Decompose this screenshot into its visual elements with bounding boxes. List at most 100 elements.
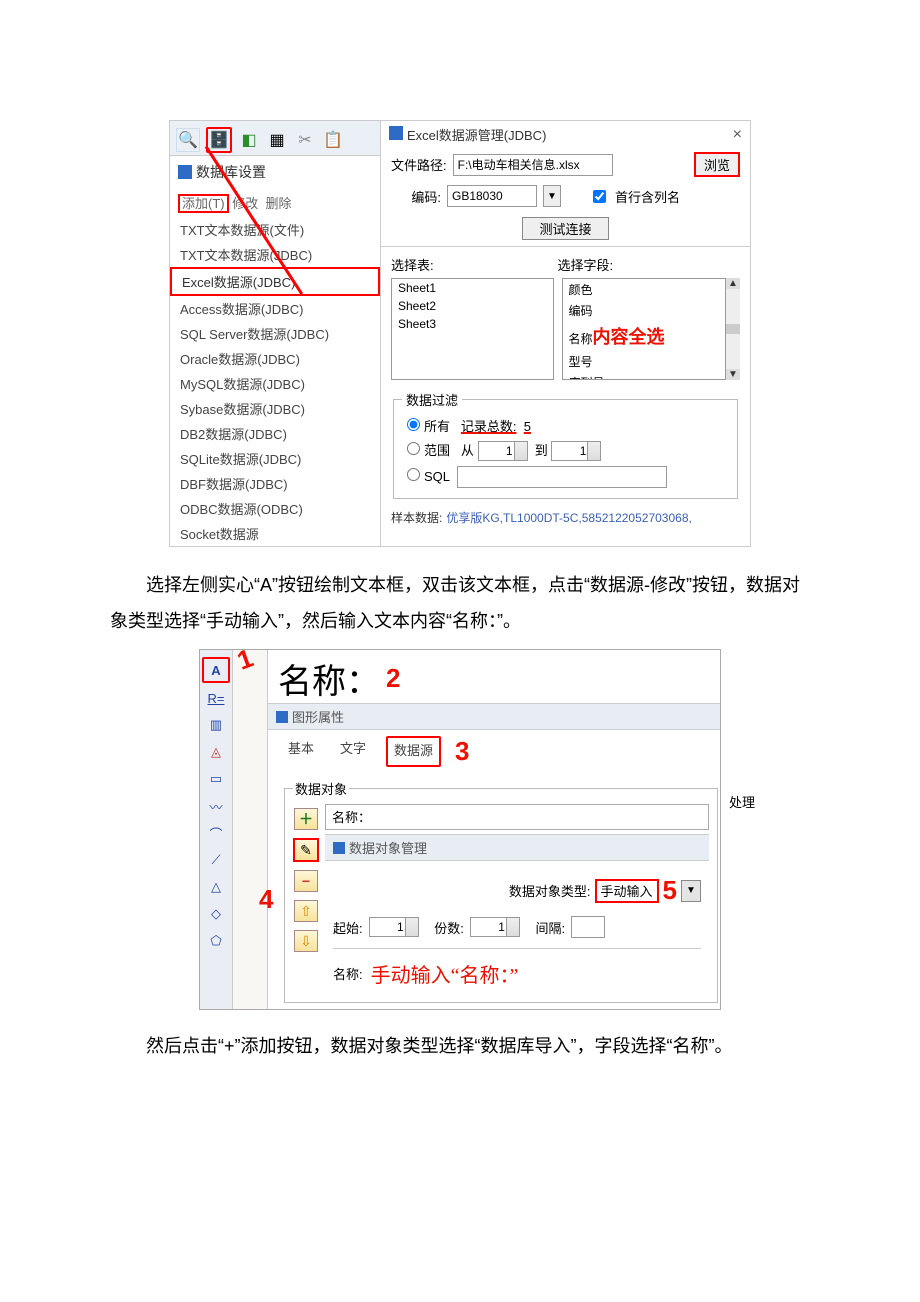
name-row: 名称：	[325, 804, 709, 830]
search-icon[interactable]: 🔍	[176, 128, 200, 152]
interval-label: 间隔:	[536, 918, 566, 937]
range-to-stepper[interactable]: 1	[551, 441, 601, 461]
datasource-list[interactable]: TXT文本数据源(文件) TXT文本数据源(JDBC) Excel数据源(JDB…	[170, 217, 380, 546]
scrollbar[interactable]: ▲▼	[726, 278, 740, 380]
list-item[interactable]: 编码	[563, 300, 725, 321]
list-item[interactable]: Sheet1	[392, 279, 553, 297]
hand-annot: 手动输入“名称：”	[371, 959, 519, 988]
list-item[interactable]: Sybase数据源(JDBC)	[170, 396, 380, 421]
remove-dataobj-button[interactable]: −	[294, 870, 318, 892]
dialog-icon	[389, 126, 403, 140]
text-tool-icon[interactable]: A	[202, 657, 230, 683]
start-stepper[interactable]: 1	[369, 917, 419, 937]
cube-icon[interactable]: ◧	[238, 129, 260, 151]
filter-group: 数据过滤 所有 记录总数: 5 范围 从 1 到 1 SQL	[381, 386, 750, 503]
scroll-down-icon[interactable]: ▼	[726, 369, 740, 380]
window-icon	[276, 711, 288, 723]
firstrow-checkbox[interactable]	[593, 190, 606, 203]
range-from-stepper[interactable]: 1	[478, 441, 528, 461]
list-item[interactable]: 颜色	[563, 279, 725, 300]
scroll-up-icon[interactable]: ▲	[726, 278, 740, 289]
delete-button[interactable]: 删除	[265, 196, 291, 211]
barcode-tool-icon[interactable]: ▥	[203, 713, 229, 737]
diamond-tool-icon[interactable]: ◇	[203, 902, 229, 926]
radio-range[interactable]	[407, 442, 420, 455]
tab-datasource[interactable]: 数据源	[386, 736, 441, 767]
rvar-tool-icon[interactable]: R=	[203, 686, 229, 710]
list-item[interactable]: 型号	[563, 351, 725, 372]
pentagon-tool-icon[interactable]: ⬠	[203, 929, 229, 953]
add-dataobj-button[interactable]: ＋	[294, 808, 318, 830]
up-dataobj-button[interactable]: ⇧	[294, 900, 318, 922]
to-label: 到	[535, 443, 548, 458]
sample-row: 样本数据: 优享版KG,TL1000DT-5C,5852122052703068…	[381, 503, 750, 532]
db-actions: 添加(T) 修改 删除	[170, 188, 380, 217]
list-item[interactable]: Access数据源(JDBC)	[170, 296, 380, 321]
edit-dataobj-button[interactable]: ✎	[293, 838, 319, 862]
list-item[interactable]: 名称内容全选	[563, 321, 725, 351]
warn-tool-icon[interactable]: ◬	[203, 740, 229, 764]
triangle-tool-icon[interactable]: △	[203, 875, 229, 899]
sample-value: 优享版KG,TL1000DT-5C,5852122052703068,	[446, 509, 692, 526]
radio-sql[interactable]	[407, 468, 420, 481]
db-cube-icon	[178, 165, 192, 179]
dom-icon	[333, 842, 345, 854]
tab-text[interactable]: 文字	[334, 736, 372, 767]
dropdown-icon[interactable]: ▼	[543, 185, 561, 207]
paste-icon[interactable]: 📋	[322, 129, 344, 151]
copies-label: 份数:	[434, 918, 464, 937]
fig1-container: 🔍 🗄️ ◧ ▦ ✂ 📋 数据库设置 添加(T) 修改 删除 TXT文本数据源(…	[169, 120, 751, 547]
divider	[381, 246, 750, 247]
list-item[interactable]: DBF数据源(JDBC)	[170, 471, 380, 496]
dropdown-arrow-icon[interactable]: ▼	[681, 880, 701, 902]
down-dataobj-button[interactable]: ⇩	[294, 930, 318, 952]
radio-range-label: 范围	[424, 443, 450, 458]
list-item[interactable]: 序列号	[563, 372, 725, 380]
list-item[interactable]: ODBC数据源(ODBC)	[170, 496, 380, 521]
shape-tool-icon[interactable]: ⟋	[203, 848, 229, 872]
paragraph-1: 选择左侧实心“A”按钮绘制文本框，双击该文本框，点击“数据源-修改”按钮，数据对…	[110, 567, 810, 639]
fig2-right-panel: 名称： 2 图形属性 基本 文字 数据源 3 数据对象 处理 ＋	[268, 650, 720, 1009]
tab-basic[interactable]: 基本	[282, 736, 320, 767]
list-item[interactable]: MySQL数据源(JDBC)	[170, 371, 380, 396]
rect-tool-icon[interactable]: ▭	[203, 767, 229, 791]
paragraph-2: 然后点击“+”添加按钮，数据对象类型选择“数据库导入”，字段选择“名称”。	[110, 1028, 810, 1064]
select-table-label: 选择表:	[391, 255, 552, 274]
left-toolbox: A R= ▥ ◬ ▭ 〰 ⌒ ⟋ △ ◇ ⬠	[200, 650, 233, 1009]
list-item[interactable]: Sheet3	[392, 315, 553, 333]
list-item[interactable]: Sheet2	[392, 297, 553, 315]
encoding-select[interactable]: GB18030	[447, 185, 537, 207]
dot-select[interactable]: 手动输入	[595, 879, 659, 903]
add-button[interactable]: 添加(T)	[178, 194, 229, 213]
table-listbox[interactable]: Sheet1 Sheet2 Sheet3	[391, 278, 554, 380]
sql-input[interactable]	[457, 466, 667, 488]
curve-tool-icon[interactable]: 〰	[203, 794, 229, 818]
dataobj-legend: 数据对象	[293, 779, 349, 798]
radio-sql-label: SQL	[424, 469, 450, 484]
browse-button[interactable]: 浏览	[694, 152, 740, 177]
dialog-titlebar: Excel数据源管理(JDBC) ×	[381, 121, 750, 148]
cut-icon[interactable]: ✂	[294, 129, 316, 151]
list-item[interactable]: TXT文本数据源(文件)	[170, 217, 380, 242]
copies-stepper[interactable]: 1	[470, 917, 520, 937]
test-connection-button[interactable]: 测试连接	[522, 217, 608, 240]
dom-window-title: 数据对象管理	[325, 834, 709, 861]
path-input[interactable]	[453, 154, 613, 176]
list-item[interactable]: Oracle数据源(JDBC)	[170, 346, 380, 371]
radio-all[interactable]	[407, 418, 420, 431]
arc-tool-icon[interactable]: ⌒	[203, 821, 229, 845]
dot-label: 数据对象类型:	[333, 881, 591, 900]
list-item[interactable]: SQLite数据源(JDBC)	[170, 446, 380, 471]
annot-5: 5	[663, 875, 677, 906]
field-listbox[interactable]: 颜色 编码 名称内容全选 型号 序列号	[562, 278, 726, 380]
close-icon[interactable]: ×	[733, 126, 742, 144]
grid-icon[interactable]: ▦	[266, 129, 288, 151]
db-settings-header: 数据库设置	[170, 156, 380, 188]
path-label: 文件路径:	[391, 155, 447, 174]
list-item[interactable]: DB2数据源(JDBC)	[170, 421, 380, 446]
interval-input[interactable]	[571, 916, 605, 938]
list-item[interactable]: SQL Server数据源(JDBC)	[170, 321, 380, 346]
list-item-selected[interactable]: Excel数据源(JDBC)	[170, 267, 380, 296]
list-item[interactable]: Socket数据源	[170, 521, 380, 546]
dataobj-panel: 数据对象 处理 ＋ ✎ − ⇧ ⇩ 4 名称：	[268, 773, 720, 1009]
